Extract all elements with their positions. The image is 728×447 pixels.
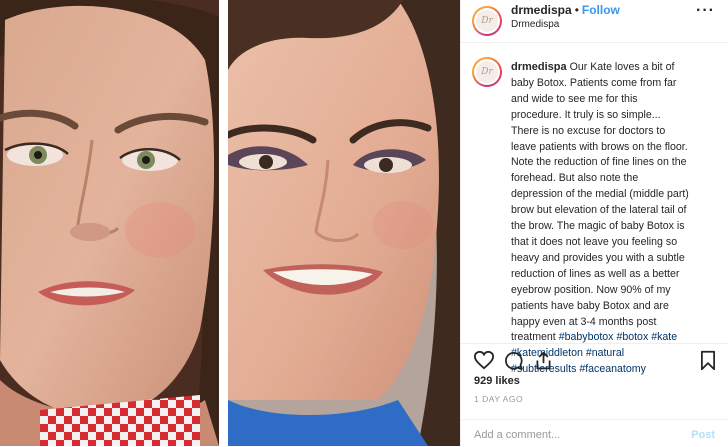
caption-line: treatment xyxy=(511,331,556,344)
caption-line: brow but elevation of the lateral tail o… xyxy=(511,204,687,217)
share-icon[interactable] xyxy=(533,350,554,376)
caption-line: forehead. But also note the xyxy=(511,172,639,185)
bookmark-icon[interactable] xyxy=(699,350,717,376)
caption-line: that it does not leave you feeling so xyxy=(511,235,678,248)
caption-line: and wide to see me for this xyxy=(511,92,638,105)
caption-line: Note the reduction of fine lines on the xyxy=(511,156,687,169)
comment-bar: Add a comment... Post xyxy=(461,419,728,447)
post-header: Dr drmedispa • Follow Drmedispa ··· xyxy=(461,0,728,43)
post-caption: drmedispa Our Kate loves a bit of baby B… xyxy=(511,60,717,378)
instagram-post: Dr drmedispa • Follow Drmedispa ··· Dr drm… xyxy=(460,0,728,446)
action-bar xyxy=(461,343,728,374)
post-comment-button[interactable]: Post xyxy=(691,429,715,441)
follow-button[interactable]: Follow xyxy=(582,3,620,17)
profile-subtitle: Drmedispa xyxy=(511,19,560,30)
hashtag-link[interactable]: #botox xyxy=(616,331,648,343)
likes-count[interactable]: 929 likes xyxy=(474,375,520,387)
after-photo xyxy=(228,0,460,446)
caption-line: heavy and provides you with a subtle xyxy=(511,251,685,264)
username-link[interactable]: drmedispa xyxy=(511,3,572,17)
separator-dot: • xyxy=(574,3,579,17)
caption-line: reduction of lines as well as a better xyxy=(511,267,680,280)
caption-line: patients have baby Botox and are xyxy=(511,299,669,312)
photo-divider xyxy=(219,0,228,446)
caption-username[interactable]: drmedispa xyxy=(511,61,567,73)
profile-avatar[interactable]: Dr xyxy=(472,6,502,36)
avatar-logo: Dr xyxy=(476,10,498,32)
caption-line: There is no excuse for doctors to xyxy=(511,124,666,137)
header-line: drmedispa • Follow xyxy=(511,3,620,17)
caption-line: happy even at 3-4 months post xyxy=(511,315,657,328)
before-photo xyxy=(0,0,219,446)
post-timestamp[interactable]: 1 DAY AGO xyxy=(474,394,523,404)
comment-icon[interactable] xyxy=(503,350,524,376)
comment-input[interactable]: Add a comment... xyxy=(474,429,560,441)
caption-line: leave patients with brows on the floor. xyxy=(511,140,688,153)
more-icon[interactable]: ··· xyxy=(696,2,715,20)
hashtag-link[interactable]: #babybotox xyxy=(559,331,614,343)
caption-line: baby Botox. Patients come from far xyxy=(511,76,677,89)
caption-avatar[interactable]: Dr xyxy=(472,57,502,87)
avatar-logo: Dr xyxy=(476,61,498,83)
heart-icon[interactable] xyxy=(473,350,495,375)
caption-line: procedure. It truly is so simple... xyxy=(511,108,661,121)
caption-line: eyebrow position. Now 90% of my xyxy=(511,283,671,296)
caption-line: depression of the medial (middle part) xyxy=(511,188,689,201)
caption-line: the brow. The magic of baby Botox is xyxy=(511,220,685,233)
caption-line: Our Kate loves a bit of xyxy=(569,61,675,73)
hashtag-link[interactable]: #kate xyxy=(651,331,677,343)
